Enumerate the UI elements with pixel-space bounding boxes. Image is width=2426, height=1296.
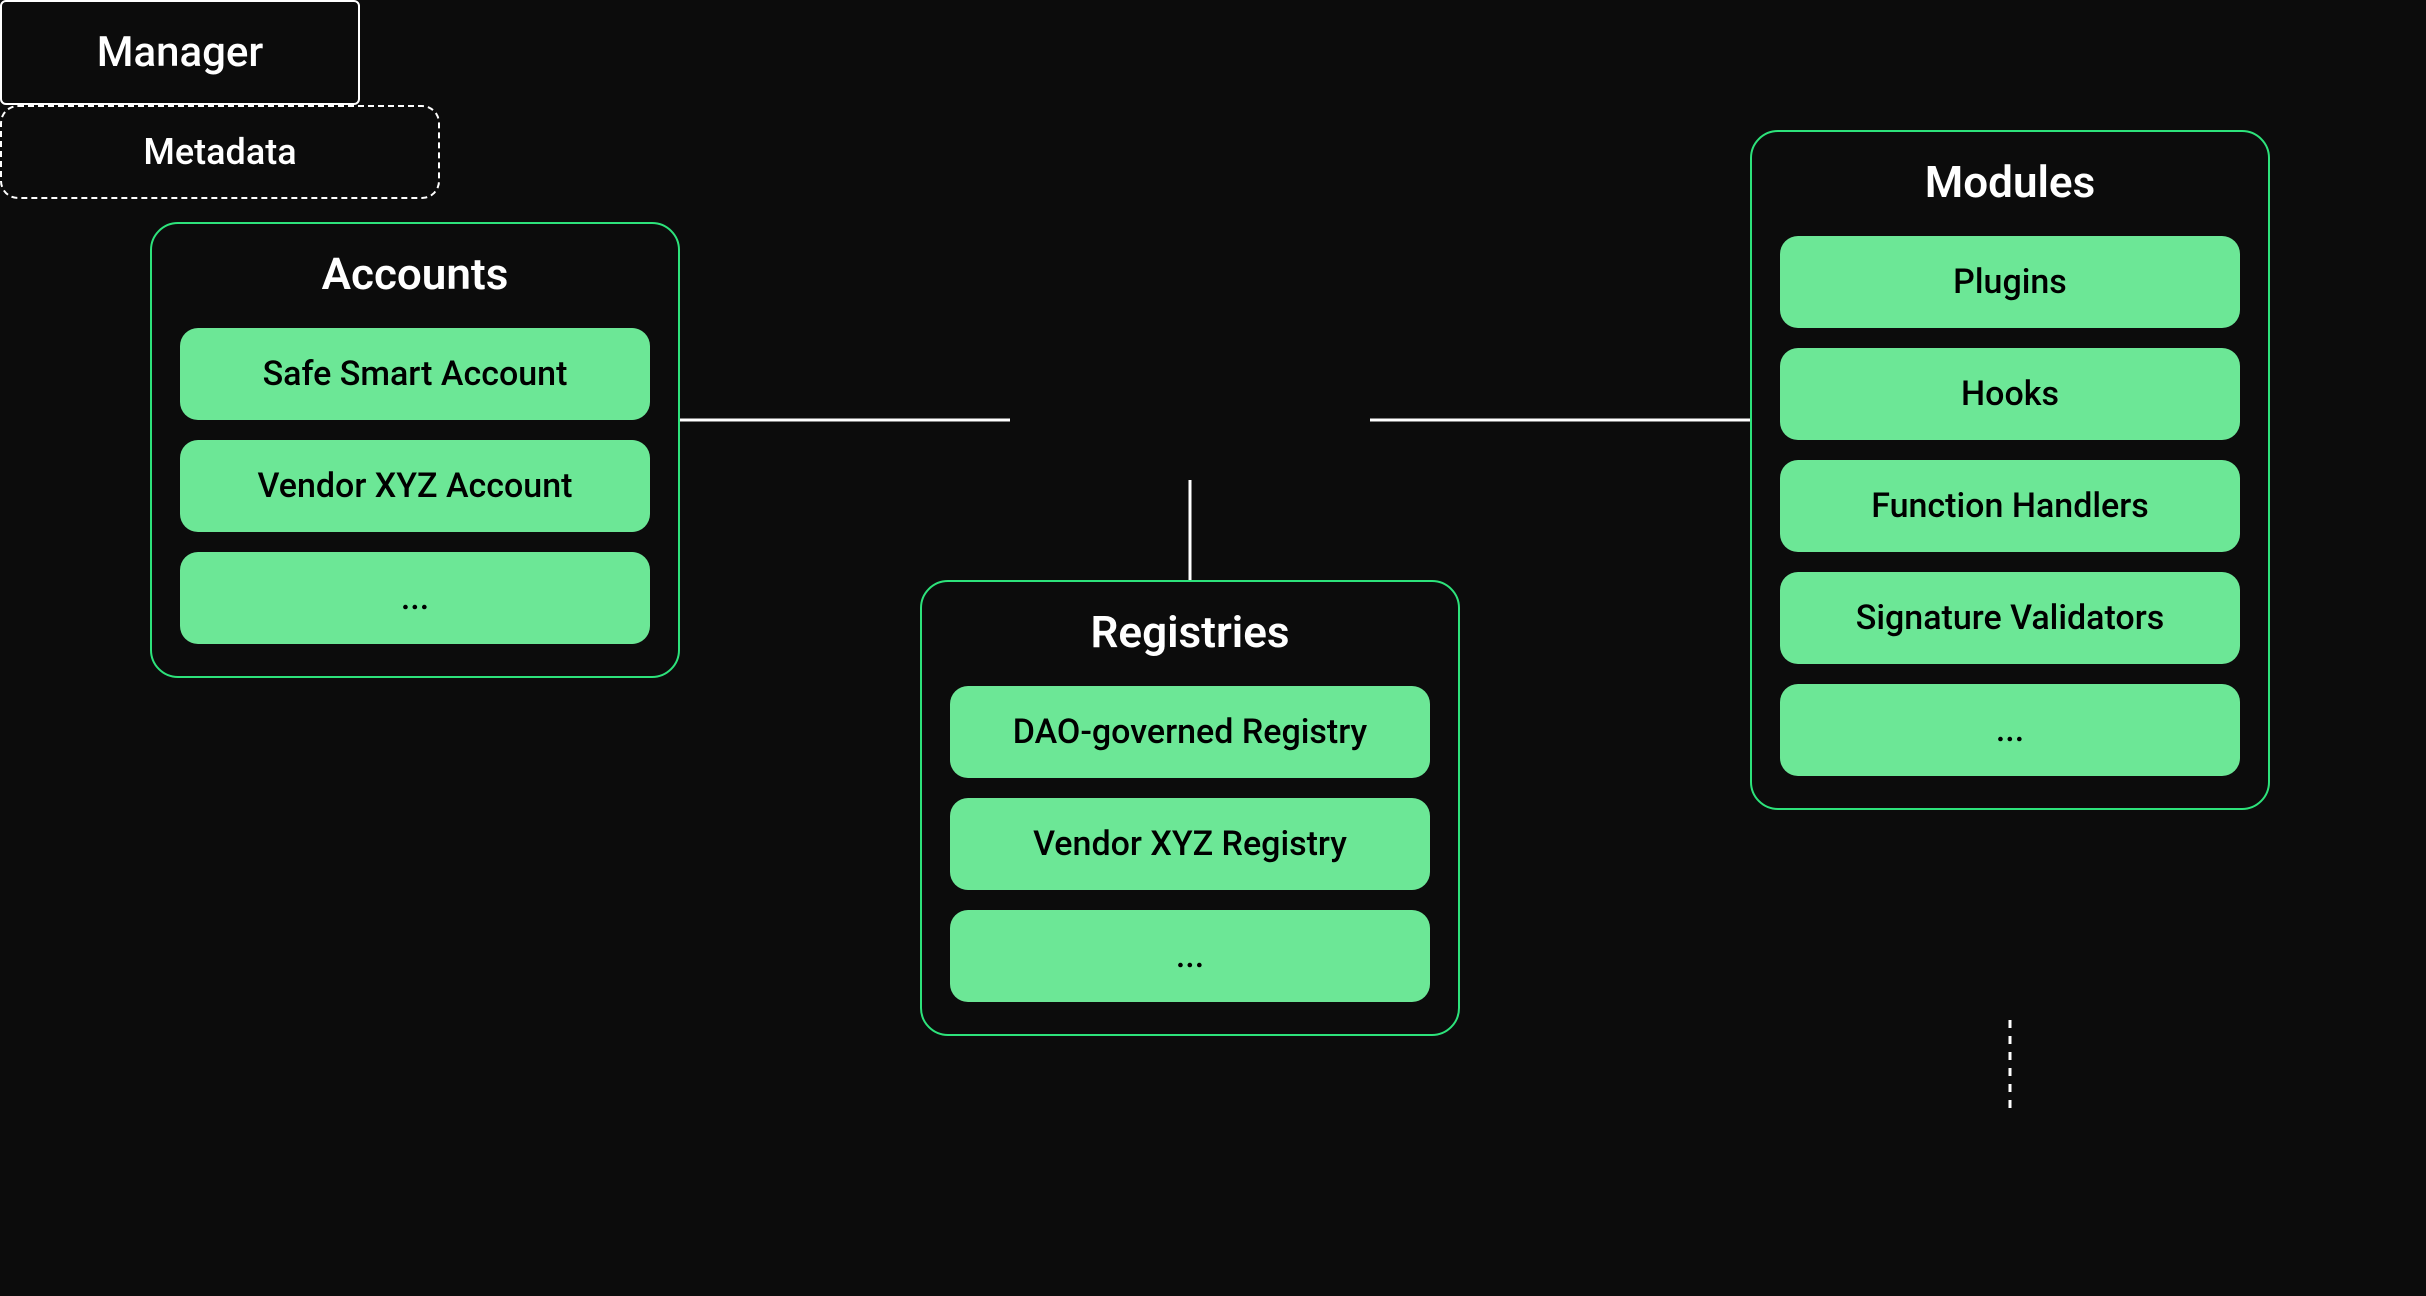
manager-node: Manager bbox=[0, 0, 360, 105]
modules-item: Plugins bbox=[1780, 236, 2240, 328]
modules-item: Signature Validators bbox=[1780, 572, 2240, 664]
modules-item: Hooks bbox=[1780, 348, 2240, 440]
accounts-title: Accounts bbox=[180, 248, 650, 300]
metadata-box: Metadata bbox=[0, 105, 440, 199]
modules-title: Modules bbox=[1780, 156, 2240, 208]
registries-item: Vendor XYZ Registry bbox=[950, 798, 1430, 890]
diagram-canvas: Manager Accounts Safe Smart Account Vend… bbox=[0, 0, 2426, 1296]
modules-item: ... bbox=[1780, 684, 2240, 776]
accounts-item: Vendor XYZ Account bbox=[180, 440, 650, 532]
registries-title: Registries bbox=[950, 606, 1430, 658]
accounts-item: ... bbox=[180, 552, 650, 644]
registries-box: Registries DAO-governed Registry Vendor … bbox=[920, 580, 1460, 1036]
modules-item: Function Handlers bbox=[1780, 460, 2240, 552]
registries-item: DAO-governed Registry bbox=[950, 686, 1430, 778]
registries-item: ... bbox=[950, 910, 1430, 1002]
accounts-box: Accounts Safe Smart Account Vendor XYZ A… bbox=[150, 222, 680, 678]
modules-box: Modules Plugins Hooks Function Handlers … bbox=[1750, 130, 2270, 810]
accounts-item: Safe Smart Account bbox=[180, 328, 650, 420]
